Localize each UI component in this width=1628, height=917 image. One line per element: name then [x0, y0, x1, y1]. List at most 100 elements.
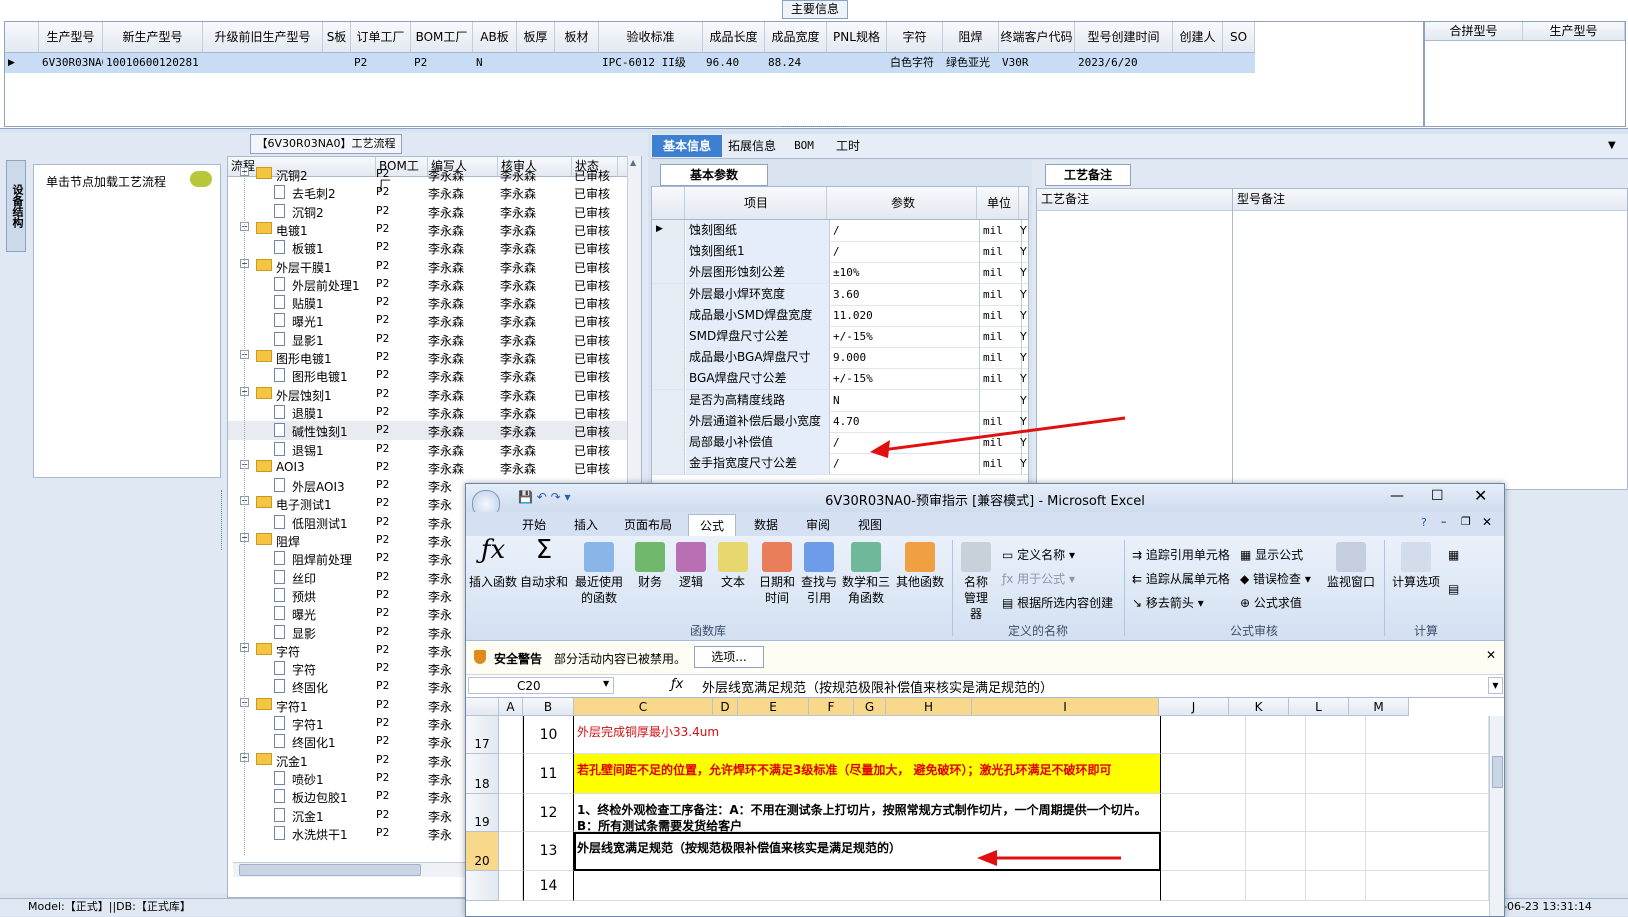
tree-row[interactable]: − 图形电镀1 P2 李永森 李永森 已审核	[228, 348, 628, 367]
function-button[interactable]: Σ 自动求和	[520, 537, 568, 590]
row-header[interactable]: 17	[466, 716, 499, 754]
main-cell[interactable]: 10010600120281	[103, 53, 203, 73]
row-header[interactable]: 20	[466, 832, 499, 871]
cell-text[interactable]: 若孔壁间距不足的位置，允许焊环不满足3级标准（尽量加大， 避免破环）；激光孔环满…	[574, 754, 1161, 794]
cell-text[interactable]	[574, 871, 1161, 901]
use-in-formula-button[interactable]: ƒx 用于公式 ▾	[1002, 570, 1075, 587]
param-value[interactable]: 9.000	[830, 347, 980, 369]
main-cell[interactable]: 96.40	[703, 53, 765, 73]
main-grid-row[interactable]: ▶ 6V30R03NA0 10010600120281 P2 P2 N IPC-6012 I…	[5, 53, 1255, 73]
sheet-scroll-thumb[interactable]	[1492, 756, 1503, 788]
cell-A[interactable]	[499, 754, 523, 794]
cell-L[interactable]	[1306, 716, 1366, 754]
minimize-icon[interactable]: —	[1390, 488, 1404, 504]
param-col-unit[interactable]: 单位	[980, 187, 1019, 219]
main-col-header[interactable]: 验收标准	[599, 22, 703, 52]
ribbon-tab[interactable]: 数据	[746, 514, 786, 536]
ribbon-tab[interactable]: 视图	[850, 514, 890, 536]
function-button[interactable]: 数学和三角函数	[840, 542, 892, 606]
calc-sheet-icon[interactable]: ▤	[1448, 582, 1459, 596]
show-formulas-button[interactable]: ▦ 显示公式	[1240, 546, 1303, 563]
side-tab-equipment[interactable]: 设备结构	[6, 160, 26, 252]
param-value[interactable]: /	[830, 241, 980, 263]
name-manager-button[interactable]: 名称管理器	[954, 542, 998, 622]
select-all-corner[interactable]	[466, 698, 499, 716]
tree-row[interactable]: 去毛刺2 P2 李永森 李永森 已审核	[228, 183, 628, 202]
tab-bom[interactable]: BOM	[784, 135, 824, 157]
options-button[interactable]: 选项...	[694, 646, 764, 668]
cell-number[interactable]: 11	[523, 754, 574, 794]
main-col-header[interactable]: AB板	[473, 22, 517, 52]
column-header[interactable]: A	[499, 698, 523, 716]
fx-icon[interactable]: ƒx	[671, 677, 683, 692]
param-row[interactable]: 外层图形蚀刻公差 ±10% mil Y	[652, 262, 1028, 285]
column-header[interactable]: G	[854, 698, 886, 716]
main-col-header[interactable]: 板材	[555, 22, 599, 52]
tree-row[interactable]: 外层前处理1 P2 李永森 李永森 已审核	[228, 275, 628, 294]
main-col-header[interactable]: BOM工厂	[411, 22, 473, 52]
main-col-header[interactable]: 新生产型号	[103, 22, 203, 52]
create-from-selection-button[interactable]: ▤ 根据所选内容创建	[1002, 594, 1113, 611]
tab-work-hours[interactable]: 工时	[828, 135, 868, 157]
tab-extended-info[interactable]: 拓展信息	[724, 135, 780, 157]
param-value[interactable]: /	[830, 220, 980, 241]
main-col-header[interactable]: 订单工厂	[351, 22, 411, 52]
param-row[interactable]: 成品最小SMD焊盘宽度 11.020 mil Y	[652, 304, 1028, 327]
main-col-header[interactable]: 升级前旧生产型号	[203, 22, 323, 52]
param-value[interactable]: ±10%	[830, 262, 980, 284]
main-col-header[interactable]: 字符	[887, 22, 943, 52]
row-header[interactable]	[466, 871, 499, 901]
cell-M[interactable]	[1366, 871, 1489, 901]
function-button[interactable]: 查找与引用	[800, 542, 838, 606]
param-value[interactable]: +/-15%	[830, 326, 980, 347]
merge-col-header[interactable]: 生产型号	[1523, 22, 1625, 40]
scroll-up-icon[interactable]: ▲	[630, 158, 636, 167]
trace-dependents-button[interactable]: ⇇ 追踪从属单元格	[1132, 570, 1230, 587]
main-cell[interactable]	[323, 53, 351, 73]
trace-precedents-button[interactable]: ⇉ 追踪引用单元格	[1132, 546, 1230, 563]
cell-number[interactable]: 12	[523, 794, 574, 832]
cell-K[interactable]	[1246, 832, 1306, 871]
ribbon-tab[interactable]: 插入	[566, 514, 606, 536]
name-box-dropdown-icon[interactable]: ▼	[603, 679, 609, 688]
row-header[interactable]: 18	[466, 754, 499, 794]
splitter-grip[interactable]	[221, 490, 226, 550]
cell-M[interactable]	[1366, 754, 1489, 794]
column-header[interactable]: E	[738, 698, 809, 716]
main-cell[interactable]: P2	[411, 53, 473, 73]
calc-now-icon[interactable]: ▦	[1448, 548, 1459, 562]
main-col-header[interactable]: 成品宽度	[765, 22, 827, 52]
cell-J[interactable]	[1161, 716, 1246, 754]
param-row[interactable]: 外层最小焊环宽度 3.60 mil Y	[652, 283, 1028, 306]
help-icon[interactable]: ?	[1421, 516, 1427, 529]
formula-input[interactable]: 外层线宽满足规范（按规范极限补偿值来核实是满足规范的）	[702, 677, 1053, 696]
tree-row[interactable]: − 外层干膜1 P2 李永森 李永森 已审核	[228, 257, 628, 276]
param-row[interactable]: SMD焊盘尺寸公差 +/-15% mil Y	[652, 326, 1028, 348]
main-col-header[interactable]: 型号创建时间	[1075, 22, 1173, 52]
main-cell[interactable]	[827, 53, 887, 73]
sheet-vertical-scrollbar[interactable]	[1489, 716, 1504, 916]
function-button[interactable]: 逻辑	[672, 542, 710, 590]
excel-title-bar[interactable]: 💾 ↶ ↷ ▾ 6V30R03NA0-预审指示 [兼容模式] - Microso…	[466, 484, 1504, 518]
dropdown-arrow-icon[interactable]: ▼	[1608, 140, 1616, 151]
splitter-grip[interactable]	[782, 126, 846, 131]
main-col-header[interactable]: SO	[1223, 22, 1255, 52]
function-button[interactable]: 日期和时间	[756, 542, 798, 606]
cell-L[interactable]	[1306, 754, 1366, 794]
cell-L[interactable]	[1306, 794, 1366, 832]
param-value[interactable]: N	[830, 389, 980, 411]
tree-row[interactable]: 退膜1 P2 李永森 李永森 已审核	[228, 403, 628, 422]
subtab-basic-params[interactable]: 基本参数	[660, 164, 768, 186]
column-header[interactable]: F	[809, 698, 854, 716]
main-cell[interactable]: 88.24	[765, 53, 827, 73]
column-header[interactable]: I	[972, 698, 1159, 716]
param-value[interactable]: +/-15%	[830, 368, 980, 390]
tree-row[interactable]: − 电镀1 P2 李永森 李永森 已审核	[228, 220, 628, 239]
main-col-header[interactable]: PNL规格	[827, 22, 887, 52]
cell-L[interactable]	[1306, 871, 1366, 901]
param-value[interactable]: 3.60	[830, 283, 980, 305]
main-col-header[interactable]: 终端客户代码	[999, 22, 1075, 52]
tree-row[interactable]: − 沉铜2 P2 李永森 李永森 已审核	[228, 165, 628, 184]
hscroll-thumb[interactable]	[239, 864, 421, 876]
cell-number[interactable]: 13	[523, 832, 574, 871]
